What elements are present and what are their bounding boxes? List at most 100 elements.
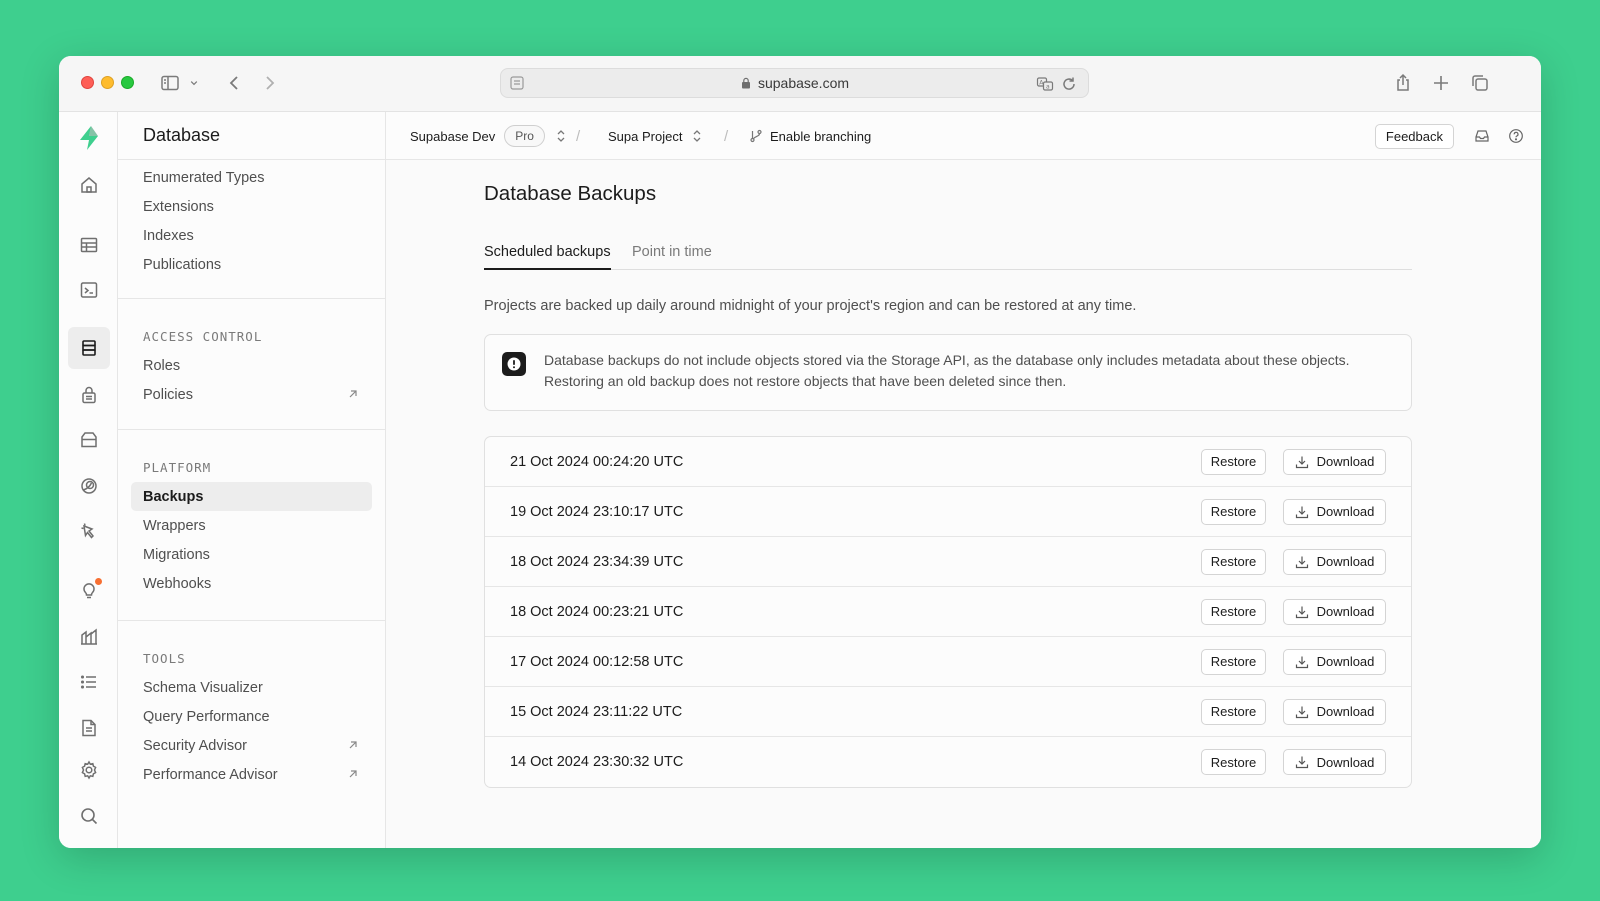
icon-rail — [59, 112, 118, 848]
minimize-window-button[interactable] — [101, 76, 114, 89]
sidebar-item-publications[interactable]: Publications — [131, 250, 372, 279]
realtime-icon[interactable] — [68, 511, 110, 553]
restore-button[interactable]: Restore — [1201, 548, 1266, 575]
settings-gear-icon[interactable] — [68, 749, 110, 791]
inbox-icon[interactable] — [1474, 128, 1490, 144]
sidebar-item-security-advisor[interactable]: Security Advisor — [131, 731, 372, 760]
download-button[interactable]: Download — [1283, 648, 1386, 675]
sidebar-item-schema-visualizer[interactable]: Schema Visualizer — [131, 673, 372, 702]
api-docs-icon[interactable] — [68, 707, 110, 749]
share-icon[interactable] — [1392, 72, 1414, 94]
chevron-down-icon[interactable] — [187, 72, 201, 94]
close-window-button[interactable] — [81, 76, 94, 89]
restore-button[interactable]: Restore — [1201, 648, 1266, 675]
sidebar-item-webhooks[interactable]: Webhooks — [131, 569, 372, 598]
sidebar-item-indexes[interactable]: Indexes — [131, 221, 372, 250]
chevron-up-down-icon — [693, 130, 701, 142]
section-heading-access-control: ACCESS CONTROL — [143, 328, 263, 344]
reload-icon[interactable] — [1060, 75, 1078, 93]
sidebar-item-label: Security Advisor — [143, 737, 247, 754]
backup-timestamp: 18 Oct 2024 23:34:39 UTC — [510, 553, 684, 570]
database-icon[interactable] — [68, 327, 110, 369]
backup-tabs: Scheduled backups Point in time — [484, 240, 1412, 270]
sidebar-item-policies[interactable]: Policies — [131, 380, 372, 409]
auth-lock-icon[interactable] — [68, 374, 110, 416]
maximize-window-button[interactable] — [121, 76, 134, 89]
supabase-logo-icon[interactable] — [68, 117, 110, 159]
address-bar[interactable]: supabase.com Aa — [500, 68, 1089, 98]
new-tab-plus-icon[interactable] — [1430, 72, 1452, 94]
menu-section-platform: PLATFORM Backups Wrappers Migrations Web… — [118, 430, 385, 621]
backup-timestamp: 19 Oct 2024 23:10:17 UTC — [510, 503, 684, 520]
download-button[interactable]: Download — [1283, 749, 1386, 775]
sidebar-item-extensions[interactable]: Extensions — [131, 192, 372, 221]
alert-line-1: Database backups do not include objects … — [544, 352, 1350, 368]
sidebar-item-enumerated-types[interactable]: Enumerated Types — [131, 163, 372, 192]
browser-window: supabase.com Aa Database Enumerated Type… — [59, 56, 1541, 848]
page-icon — [510, 76, 524, 90]
sql-editor-icon[interactable] — [68, 269, 110, 311]
advisors-bulb-icon[interactable] — [68, 570, 110, 612]
external-link-icon — [349, 390, 357, 398]
sidebar-item-wrappers[interactable]: Wrappers — [131, 511, 372, 540]
restore-button[interactable]: Restore — [1201, 698, 1266, 725]
feedback-button[interactable]: Feedback — [1374, 124, 1454, 149]
home-icon[interactable] — [68, 164, 110, 206]
logs-icon[interactable] — [68, 661, 110, 703]
download-icon — [1295, 606, 1308, 618]
enable-branching-button[interactable]: Enable branching — [749, 112, 871, 160]
main-content: Database Backups Scheduled backups Point… — [386, 160, 1541, 848]
download-button[interactable]: Download — [1283, 548, 1386, 575]
storage-warning-alert: Database backups do not include objects … — [484, 334, 1412, 411]
sidebar-item-roles[interactable]: Roles — [131, 351, 372, 380]
download-button[interactable]: Download — [1283, 448, 1386, 475]
breadcrumb-separator: / — [724, 127, 729, 145]
svg-text:a: a — [1046, 84, 1050, 91]
sidebar-item-label: Roles — [143, 357, 181, 374]
sidebar-item-query-performance[interactable]: Query Performance — [131, 702, 372, 731]
download-icon — [1295, 706, 1308, 718]
download-button[interactable]: Download — [1283, 598, 1386, 625]
help-icon[interactable] — [1508, 128, 1524, 144]
reports-icon[interactable] — [68, 616, 110, 658]
tab-overview-icon[interactable] — [1469, 72, 1491, 94]
sidebar-item-label: Wrappers — [143, 517, 206, 534]
forward-arrow-icon[interactable] — [259, 72, 281, 94]
search-icon[interactable] — [68, 795, 110, 837]
backups-description: Projects are backed up daily around midn… — [484, 298, 1137, 314]
sidebar-item-label: Backups — [143, 488, 204, 505]
lock-icon — [741, 77, 750, 89]
tab-point-in-time[interactable]: Point in time — [632, 240, 712, 270]
back-arrow-icon[interactable] — [223, 72, 245, 94]
backup-timestamp: 18 Oct 2024 00:23:21 UTC — [510, 603, 684, 620]
restore-button[interactable]: Restore — [1201, 749, 1266, 775]
project-selector[interactable]: Supa Project — [608, 112, 703, 160]
edge-functions-icon[interactable] — [68, 465, 110, 507]
project-name: Supa Project — [608, 128, 683, 144]
sidebar-item-label: Performance Advisor — [143, 766, 278, 783]
restore-button[interactable]: Restore — [1201, 448, 1266, 475]
menu-section-general: Enumerated Types Extensions Indexes Publ… — [118, 160, 385, 299]
external-link-icon — [349, 741, 357, 749]
tab-scheduled-backups[interactable]: Scheduled backups — [484, 240, 611, 270]
sidebar-item-label: Policies — [143, 386, 193, 403]
storage-icon[interactable] — [68, 419, 110, 461]
download-button[interactable]: Download — [1283, 698, 1386, 725]
restore-button[interactable]: Restore — [1201, 498, 1266, 525]
download-label: Download — [1316, 454, 1375, 469]
alert-message: Database backups do not include objects … — [544, 350, 1404, 392]
restore-button[interactable]: Restore — [1201, 598, 1266, 625]
org-name: Supabase Dev — [410, 128, 496, 144]
download-button[interactable]: Download — [1283, 498, 1386, 525]
translate-icon[interactable]: Aa — [1036, 75, 1054, 93]
sidebar-item-migrations[interactable]: Migrations — [131, 540, 372, 569]
download-icon — [1295, 656, 1308, 668]
sidebar-item-backups[interactable]: Backups — [131, 482, 372, 511]
org-selector[interactable]: Supabase Dev Pro — [410, 112, 567, 160]
sidebar-item-performance-advisor[interactable]: Performance Advisor — [131, 760, 372, 789]
table-editor-icon[interactable] — [68, 224, 110, 266]
sidebar-item-label: Query Performance — [143, 708, 270, 725]
backup-row: 21 Oct 2024 00:24:20 UTC Restore Download — [485, 437, 1411, 487]
sidebar-toggle-icon[interactable] — [159, 72, 181, 94]
download-label: Download — [1316, 754, 1375, 770]
